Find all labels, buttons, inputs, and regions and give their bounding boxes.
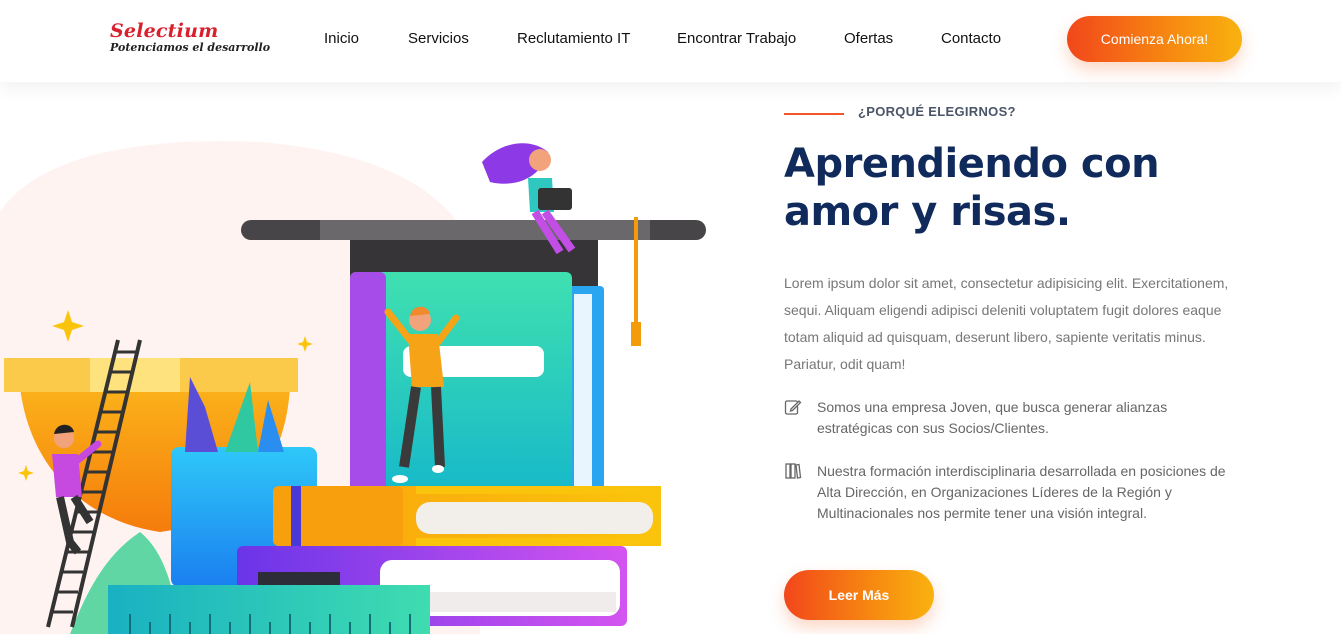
nav-item-servicios[interactable]: Servicios: [408, 29, 469, 49]
edit-icon: [784, 398, 802, 416]
feature-text: Somos una empresa Joven, que busca gener…: [817, 399, 1168, 436]
nav-item-ofertas[interactable]: Ofertas: [844, 29, 893, 49]
nav-item-inicio[interactable]: Inicio: [324, 29, 359, 49]
logo-tagline: Potenciamos el desarrollo: [110, 41, 271, 54]
feature-text: Nuestra formación interdisciplinaria des…: [817, 463, 1226, 521]
logo[interactable]: Selectium Potenciamos el desarrollo: [110, 21, 270, 54]
start-now-button[interactable]: Comienza Ahora!: [1067, 16, 1242, 62]
nav-item-encontrar-trabajo[interactable]: Encontrar Trabajo: [677, 29, 796, 49]
section-eyebrow: ¿PORQUÉ ELEGIRNOS?: [858, 104, 1016, 119]
site-header: Selectium Potenciamos el desarrollo Inic…: [0, 0, 1341, 82]
education-illustration: [0, 82, 720, 634]
logo-title: Selectium: [110, 20, 219, 42]
read-more-button[interactable]: Leer Más: [784, 570, 934, 620]
books-graduation-illustration: [0, 141, 706, 634]
books-icon: [784, 462, 802, 480]
nav-item-contacto[interactable]: Contacto: [941, 29, 1001, 49]
nav-item-reclutamiento-it[interactable]: Reclutamiento IT: [517, 29, 630, 49]
eyebrow-divider: [784, 113, 844, 115]
section-headline: Aprendiendo con amor y risas.: [784, 141, 1160, 235]
section-paragraph: Lorem ipsum dolor sit amet, consectetur …: [784, 275, 1229, 372]
